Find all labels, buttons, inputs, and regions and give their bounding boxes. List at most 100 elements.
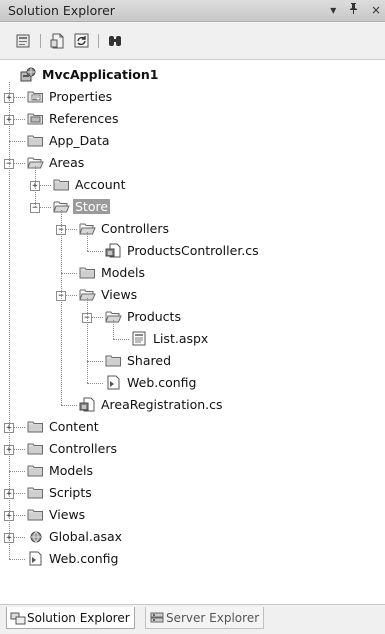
- folder-closed-icon: [105, 353, 122, 368]
- show-all-files-icon[interactable]: [50, 33, 66, 49]
- tree-row[interactable]: MvcApplication1: [0, 64, 385, 86]
- project-icon: [20, 67, 37, 82]
- tree-row[interactable]: − Products: [0, 306, 385, 328]
- folder-closed-icon: [27, 133, 44, 148]
- tree-item-label[interactable]: Properties: [49, 89, 112, 104]
- tree-item-label[interactable]: Views: [101, 287, 137, 302]
- properties-icon[interactable]: [16, 33, 32, 49]
- tree-row[interactable]: Shared: [0, 350, 385, 372]
- tree-row[interactable]: + Controllers: [0, 438, 385, 460]
- dropdown-icon[interactable]: ▾: [330, 3, 336, 17]
- tree-connector: [61, 405, 77, 406]
- tree-connector: [87, 361, 103, 362]
- tree-guide-line: [113, 320, 114, 339]
- toolbar-separator: [98, 34, 99, 48]
- solution-tree[interactable]: MvcApplication1 + Properties + References App…: [0, 62, 385, 582]
- tree-guide-line: [87, 298, 88, 383]
- global-file-icon: [27, 529, 44, 544]
- tree-row[interactable]: − Views: [0, 284, 385, 306]
- tree-item-label[interactable]: Controllers: [101, 221, 169, 236]
- tree-item-label[interactable]: Scripts: [49, 485, 92, 500]
- cs-file-icon: [105, 243, 122, 258]
- server-explorer-icon: [150, 612, 164, 623]
- tree-connector: [87, 383, 103, 384]
- tree-row[interactable]: + Account: [0, 174, 385, 196]
- tree-row[interactable]: + Views: [0, 504, 385, 526]
- config-file-icon: [27, 551, 44, 566]
- tree-item-label[interactable]: MvcApplication1: [42, 67, 158, 82]
- tree-row[interactable]: ProductsController.cs: [0, 240, 385, 262]
- folder-closed-icon: [27, 507, 44, 522]
- tree-row[interactable]: + Global.asax: [0, 526, 385, 548]
- tree-item-label[interactable]: Views: [49, 507, 85, 522]
- tree-row[interactable]: − Controllers: [0, 218, 385, 240]
- folder-closed-icon: [27, 441, 44, 456]
- tab-solution-explorer[interactable]: Solution Explorer: [6, 607, 135, 629]
- tree-item-label[interactable]: Web.config: [127, 375, 196, 390]
- tree-item-label[interactable]: Web.config: [49, 551, 118, 566]
- tree-guide-line: [35, 166, 36, 207]
- tree-item-label[interactable]: Shared: [127, 353, 171, 368]
- tree-connector: [61, 273, 77, 274]
- aspx-file-icon: [131, 331, 148, 346]
- panel-controls: ▾ ×: [321, 3, 381, 17]
- tree-row[interactable]: App_Data: [0, 130, 385, 152]
- panel-title: Solution Explorer: [8, 3, 115, 18]
- folder-closed-icon: [27, 419, 44, 434]
- tab-server-explorer[interactable]: Server Explorer: [145, 607, 265, 629]
- tab-label: Server Explorer: [166, 611, 260, 625]
- tree-item-label[interactable]: Content: [49, 419, 99, 434]
- tab-label: Solution Explorer: [27, 611, 130, 625]
- tree-connector: [9, 141, 25, 142]
- tree-row[interactable]: + Content: [0, 416, 385, 438]
- tree-item-label[interactable]: Account: [75, 177, 125, 192]
- tree-item-label[interactable]: Areas: [49, 155, 84, 170]
- pin-icon[interactable]: [349, 3, 358, 17]
- refresh-icon[interactable]: [74, 33, 90, 49]
- tree-connector: [9, 471, 25, 472]
- tree-connector: [87, 251, 103, 252]
- tree-item-label[interactable]: Models: [49, 463, 93, 478]
- class-view-icon[interactable]: [107, 33, 123, 49]
- tree-row[interactable]: Models: [0, 262, 385, 284]
- tree-guide-line: [87, 232, 88, 251]
- config-file-icon: [105, 375, 122, 390]
- tree-item-label[interactable]: ProductsController.cs: [127, 243, 259, 258]
- tree-row[interactable]: Web.config: [0, 372, 385, 394]
- tree-item-label[interactable]: Global.asax: [49, 529, 122, 544]
- tree-row[interactable]: + Properties: [0, 86, 385, 108]
- folder-closed-icon: [53, 177, 70, 192]
- folder-closed-icon: [27, 485, 44, 500]
- tree-item-label[interactable]: Controllers: [49, 441, 117, 456]
- folder-closed-icon: [79, 265, 96, 280]
- tree-row[interactable]: Models: [0, 460, 385, 482]
- tree-item-label[interactable]: AreaRegistration.cs: [101, 397, 223, 412]
- tree-item-label[interactable]: App_Data: [49, 133, 110, 148]
- properties-folder-icon: [27, 89, 44, 104]
- tree-row[interactable]: + References: [0, 108, 385, 130]
- tree-item-label[interactable]: References: [49, 111, 118, 126]
- tree-guide-line: [61, 210, 62, 405]
- tree-item-label[interactable]: Store: [73, 199, 111, 214]
- solution-explorer-icon: [10, 612, 26, 625]
- close-icon[interactable]: ×: [371, 3, 381, 17]
- panel-title-bar[interactable]: Solution Explorer ▾ ×: [0, 0, 385, 22]
- toolbar: [0, 22, 385, 60]
- tree-connector: [113, 339, 129, 340]
- tree-item-label[interactable]: Products: [127, 309, 181, 324]
- folder-closed-icon: [27, 463, 44, 478]
- tree-row[interactable]: AreaRegistration.cs: [0, 394, 385, 416]
- tree-row[interactable]: Web.config: [0, 548, 385, 570]
- tree-item-label[interactable]: List.aspx: [153, 331, 208, 346]
- tree-row[interactable]: + Scripts: [0, 482, 385, 504]
- tree-row[interactable]: − Areas: [0, 152, 385, 174]
- references-folder-icon: [27, 111, 44, 126]
- tab-strip: Solution Explorer Server Explorer: [0, 604, 385, 634]
- tree-item-label[interactable]: Models: [101, 265, 145, 280]
- tree-guide-line: [9, 82, 10, 559]
- toolbar-separator: [40, 34, 41, 48]
- tree-row[interactable]: List.aspx: [0, 328, 385, 350]
- tree-connector: [9, 559, 25, 560]
- cs-file-icon: [79, 397, 96, 412]
- tree-row[interactable]: − Store: [0, 196, 385, 218]
